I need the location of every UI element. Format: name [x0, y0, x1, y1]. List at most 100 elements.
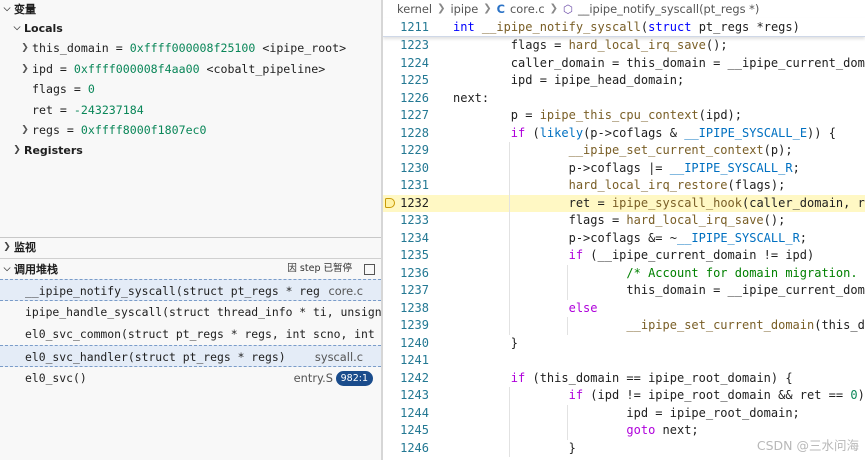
call-stack-actions: 因 step 已暂停: [287, 259, 375, 279]
chevron-right-icon: ❯: [13, 144, 21, 155]
breadcrumb-item-file[interactable]: core.c: [510, 0, 545, 18]
variable-name: this_domain: [32, 41, 109, 55]
breadcrumb: kernel ❯ ipipe ❯ C core.c ❯ ⬡ __ipipe_no…: [383, 0, 865, 18]
code-line[interactable]: 1244 ipd = ipipe_root_domain;: [383, 404, 865, 422]
chevron-down-icon: ⌵: [13, 23, 21, 33]
code-text: hard_local_irq_restore(flags);: [568, 178, 786, 192]
breadcrumb-item-ipipe[interactable]: ipipe: [450, 0, 478, 18]
code-text: p = ipipe_this_cpu_context(ipd);: [453, 108, 743, 122]
code-line[interactable]: 1243 if (ipd != ipipe_root_domain && ret…: [383, 387, 865, 405]
code-line[interactable]: 1233 flags = hard_local_irq_save();: [383, 212, 865, 230]
code-text: flags = hard_local_irq_save();: [453, 38, 728, 52]
code-line[interactable]: 1229 __ipipe_set_current_context(p);: [383, 142, 865, 160]
code-text: caller_domain = this_domain = __ipipe_cu…: [453, 55, 865, 70]
code-editor[interactable]: kernel ❯ ipipe ❯ C core.c ❯ ⬡ __ipipe_no…: [383, 0, 865, 460]
variable-value: 0xffff8000f1807ec0: [80, 123, 207, 137]
function-symbol-icon: ⬡: [563, 2, 573, 16]
variable-row[interactable]: ❯ ipd = 0xffff000008f4aa00 <cobalt_pipeli…: [0, 59, 381, 80]
code-line[interactable]: 1228 if (likely(p->coflags & __IPIPE_SYS…: [383, 125, 865, 143]
code-line[interactable]: 1231 hard_local_irq_restore(flags);: [383, 177, 865, 195]
variable-row[interactable]: flags = 0: [0, 79, 381, 100]
variable-value: 0xffff000008f25100 <ipipe_root>: [129, 41, 347, 55]
code-line[interactable]: 1226 next:: [383, 90, 865, 108]
variable-name: ipd: [32, 61, 53, 76]
code-text: }: [453, 335, 519, 350]
code-text: if (__ipipe_current_domain != ipd): [568, 248, 815, 262]
line-number: 1243: [400, 388, 429, 402]
chevron-right-icon[interactable]: ❯: [18, 59, 32, 80]
line-number: 1223: [400, 38, 429, 52]
code-text: ipd = ipipe_head_domain;: [453, 73, 685, 87]
variable-name: ret: [32, 102, 53, 117]
line-number: 1233: [400, 213, 429, 227]
chevron-down-icon: ⌵: [3, 4, 11, 14]
line-number: 1211: [400, 20, 429, 34]
variable-row[interactable]: ❯ this_domain = 0xffff000008f25100 <ipipe…: [0, 38, 381, 59]
code-line[interactable]: 1224 caller_domain = this_domain = __ipi…: [383, 55, 865, 73]
call-stack-list: __ipipe_notify_syscall(struct pt_regs * …: [0, 279, 381, 389]
code-line[interactable]: 1239 __ipipe_set_current_domain(this_dom…: [383, 317, 865, 335]
line-number: 1244: [400, 405, 429, 420]
stack-frame[interactable]: el0_svc() entry.S 982:1: [0, 367, 381, 389]
sticky-scroll-line[interactable]: 1211 int __ipipe_notify_syscall(struct p…: [383, 18, 865, 37]
variable-separator: =: [52, 61, 74, 76]
variables-section-header[interactable]: ⌵ 变量: [0, 0, 381, 19]
variable-name: regs: [32, 123, 60, 137]
variable-separator: =: [108, 41, 130, 55]
code-line[interactable]: 1241: [383, 352, 865, 370]
variable-separator: =: [52, 102, 74, 117]
code-line[interactable]: 1236 /* Account for domain migration. */: [383, 264, 865, 282]
locals-scope[interactable]: ⌵ Locals: [0, 19, 381, 38]
code-line[interactable]: 1230 p->coflags |= __IPIPE_SYSCALL_R;: [383, 159, 865, 177]
variables-title: 变量: [14, 3, 36, 16]
chevron-right-icon[interactable]: ❯: [18, 38, 32, 59]
frame-name: el0_svc(): [25, 371, 87, 385]
line-number: 1241: [400, 353, 429, 367]
breadcrumb-item-kernel[interactable]: kernel: [397, 0, 432, 18]
c-file-icon: C: [496, 2, 506, 16]
frame-name: el0_svc_common(struct pt_regs * regs, in…: [25, 327, 381, 341]
stack-frame[interactable]: __ipipe_notify_syscall(struct pt_regs * …: [0, 279, 381, 301]
frame-file: core.c: [320, 280, 363, 300]
code-line[interactable]: 1240 }: [383, 335, 865, 353]
variable-value: 0: [87, 82, 95, 96]
stack-frame[interactable]: el0_svc_handler(struct pt_regs * regs) sy…: [0, 345, 381, 367]
code-line[interactable]: 1227 p = ipipe_this_cpu_context(ipd);: [383, 107, 865, 125]
code-line[interactable]: 1223 flags = hard_local_irq_save();: [383, 37, 865, 55]
current-execution-line[interactable]: 1232 ret = ipipe_syscall_hook(caller_dom…: [383, 194, 865, 212]
line-number: 1237: [400, 283, 429, 297]
frame-file: syscall.c: [306, 346, 363, 366]
code-line[interactable]: 1234 p->coflags &= ~__IPIPE_SYSCALL_R;: [383, 229, 865, 247]
collapse-all-icon[interactable]: [364, 263, 375, 275]
code-text: }: [453, 440, 576, 455]
stack-frame[interactable]: el0_svc_common(struct pt_regs * regs, in…: [0, 323, 381, 345]
line-number: 1238: [400, 300, 429, 315]
code-text: int __ipipe_notify_syscall(struct pt_reg…: [453, 20, 800, 34]
code-text: /* Account for domain migration. */: [626, 265, 865, 280]
call-stack-section-header[interactable]: ⌵ 调用堆栈 因 step 已暂停: [0, 258, 381, 279]
chevron-right-icon: ❯: [549, 3, 558, 14]
code-line[interactable]: 1237 this_domain = __ipipe_current_domai…: [383, 282, 865, 300]
breadcrumb-item-symbol[interactable]: __ipipe_notify_syscall(pt_regs *): [578, 0, 759, 18]
variable-row[interactable]: ❯ regs = 0xffff8000f1807ec0: [0, 120, 381, 141]
watch-section-header[interactable]: ❯ 监视: [0, 238, 381, 257]
code-line[interactable]: 1238 else: [383, 299, 865, 317]
line-number: 1231: [400, 178, 429, 192]
variable-row[interactable]: ret = -243237184: [0, 100, 381, 121]
chevron-right-icon: ❯: [437, 3, 446, 14]
line-number: 1235: [400, 248, 429, 262]
line-number: 1236: [400, 265, 429, 280]
variable-value: -243237184: [73, 102, 144, 117]
code-line[interactable]: 1242 if (this_domain == ipipe_root_domai…: [383, 370, 865, 388]
stack-frame[interactable]: ipipe_handle_syscall(struct thread_info …: [0, 301, 381, 323]
code-text: this_domain = __ipipe_current_domain;: [453, 283, 865, 297]
code-line[interactable]: 1225 ipd = ipipe_head_domain;: [383, 72, 865, 90]
code-line[interactable]: 1235 if (__ipipe_current_domain != ipd): [383, 247, 865, 265]
code-text: next:: [453, 90, 490, 105]
chevron-right-icon: ❯: [483, 3, 492, 14]
variable-separator: =: [59, 123, 81, 137]
registers-scope[interactable]: ❯ Registers: [0, 141, 381, 160]
code-text: p->coflags &= ~__IPIPE_SYSCALL_R;: [453, 230, 808, 245]
variable-name: flags: [32, 82, 67, 96]
chevron-right-icon[interactable]: ❯: [18, 120, 32, 141]
